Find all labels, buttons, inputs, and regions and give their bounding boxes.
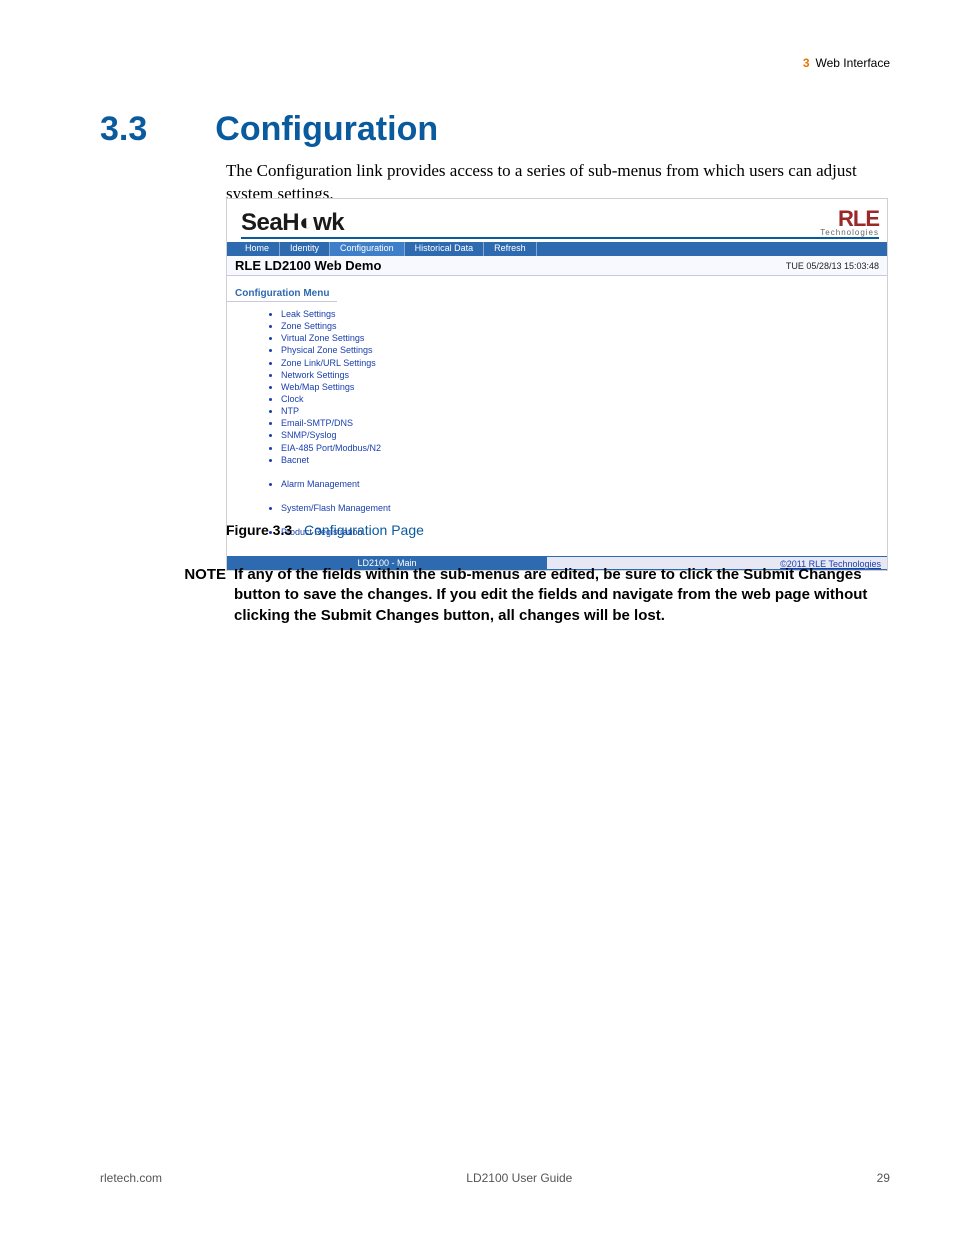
nav-tab-identity[interactable]: Identity [280,242,330,256]
menu-item-eia-485-port-modbus-n2[interactable]: EIA-485 Port/Modbus/N2 [281,442,887,454]
config-menu-heading: Configuration Menu [227,282,337,302]
page-footer: rletech.com LD2100 User Guide 29 [100,1171,890,1185]
note-text: If any of the fields within the sub-menu… [234,565,890,626]
menu-item-network-settings[interactable]: Network Settings [281,369,887,381]
nav-tabs: HomeIdentityConfigurationHistorical Data… [227,242,887,256]
menu-item-clock[interactable]: Clock [281,393,887,405]
config-menu-group-1: Leak SettingsZone SettingsVirtual Zone S… [281,308,887,466]
seahawk-logo: SeaH◐wk [241,209,344,237]
nav-tab-refresh[interactable]: Refresh [484,242,537,256]
chapter-number: 3 [803,56,810,70]
menu-item-snmp-syslog[interactable]: SNMP/Syslog [281,429,887,441]
config-menu-group-2: Alarm Management [281,478,887,490]
figure-title: Configuration Page [304,522,424,538]
section-number: 3.3 [100,110,147,149]
section-heading: 3.3 Configuration [100,110,438,149]
chapter-title: Web Interface [816,56,890,70]
config-menu-group-3: System/Flash Management [281,502,887,514]
menu-item-alarm-management[interactable]: Alarm Management [281,478,887,490]
menu-item-ntp[interactable]: NTP [281,405,887,417]
menu-item-virtual-zone-settings[interactable]: Virtual Zone Settings [281,332,887,344]
menu-item-leak-settings[interactable]: Leak Settings [281,308,887,320]
menu-item-zone-link-url-settings[interactable]: Zone Link/URL Settings [281,357,887,369]
nav-tab-historical-data[interactable]: Historical Data [405,242,485,256]
menu-item-zone-settings[interactable]: Zone Settings [281,320,887,332]
timestamp: TUE 05/28/13 15:03:48 [786,261,879,271]
page-title: RLE LD2100 Web Demo [235,258,381,273]
figure-number: Figure 3.3 [226,522,292,538]
rle-logo: RLE Technologies [820,209,879,237]
nav-tab-configuration[interactable]: Configuration [330,242,405,256]
nav-tab-home[interactable]: Home [235,242,280,256]
menu-item-physical-zone-settings[interactable]: Physical Zone Settings [281,344,887,356]
footer-page-number: 29 [877,1171,890,1185]
figure-caption: Figure 3.3 Configuration Page [226,522,424,538]
footer-left: rletech.com [100,1171,162,1185]
config-page-screenshot: SeaH◐wk RLE Technologies HomeIdentityCon… [226,198,888,571]
menu-item-web-map-settings[interactable]: Web/Map Settings [281,381,887,393]
menu-item-bacnet[interactable]: Bacnet [281,454,887,466]
section-title: Configuration [215,110,438,149]
menu-item-system-flash-management[interactable]: System/Flash Management [281,502,887,514]
footer-center: LD2100 User Guide [466,1171,572,1185]
running-header: 3 Web Interface [803,56,890,70]
note-block: NOTE If any of the fields within the sub… [166,565,890,626]
note-label: NOTE [166,565,234,626]
menu-item-email-smtp-dns[interactable]: Email-SMTP/DNS [281,417,887,429]
